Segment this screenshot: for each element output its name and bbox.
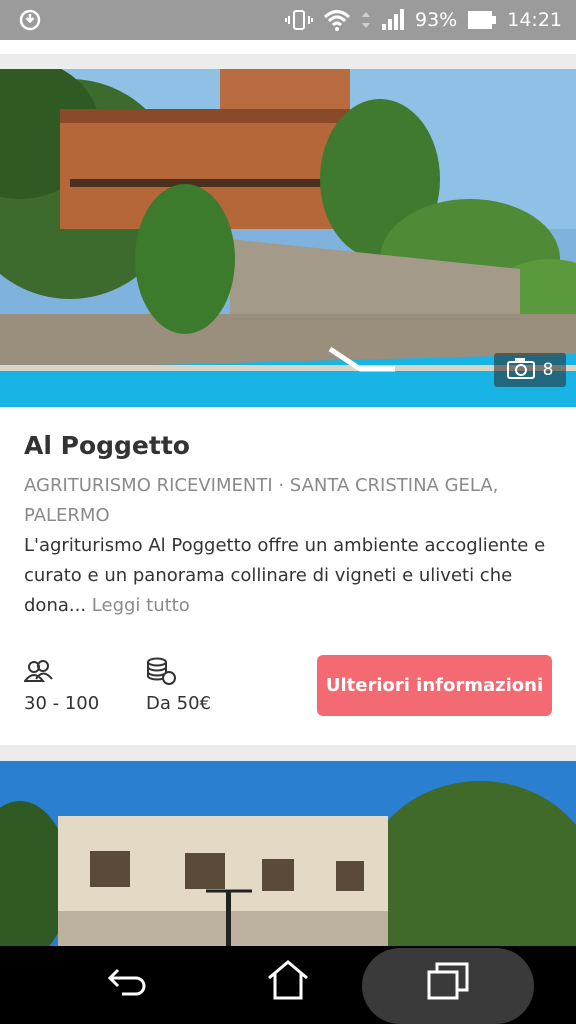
sync-icon [18,8,42,32]
venue-description: L'agriturismo Al Poggetto offre un ambie… [24,531,559,621]
guests-stat: 30 - 100 [24,657,99,714]
navigation-bar [0,946,576,1024]
price-stat: Da 50€ [146,657,211,714]
vibrate-icon [285,8,313,32]
photo-count: 8 [542,360,554,380]
recent-apps-icon[interactable] [426,956,470,1004]
photo-count-badge[interactable]: 8 [494,353,566,387]
coins-icon [146,657,211,685]
venue-card[interactable]: 8 Al Poggetto AGRITURISMO RICEVIMENTI · … [0,69,576,745]
battery-percent: 93% [415,9,458,31]
home-icon[interactable] [266,956,310,1004]
venue-photo[interactable]: 8 [0,69,576,407]
guests-icon [24,657,99,685]
read-more-link[interactable]: Leggi tutto [92,595,190,616]
clock: 14:21 [507,9,562,31]
more-info-button[interactable]: Ulteriori informazioni [317,655,552,716]
data-arrows-icon [361,8,371,32]
back-icon[interactable] [104,956,148,1004]
venue-category: AGRITURISMO RICEVIMENTI · SANTA CRISTINA… [24,475,499,526]
signal-icon [381,8,405,32]
status-bar: 93% 14:21 [0,0,576,40]
battery-icon [467,9,497,31]
next-venue-photo[interactable] [0,761,576,951]
camera-icon [506,357,535,384]
wifi-icon [323,8,351,32]
venue-title[interactable]: Al Poggetto [24,431,190,460]
previous-card-edge [0,40,576,54]
price-from: Da 50€ [146,693,211,714]
guests-range: 30 - 100 [24,693,100,714]
